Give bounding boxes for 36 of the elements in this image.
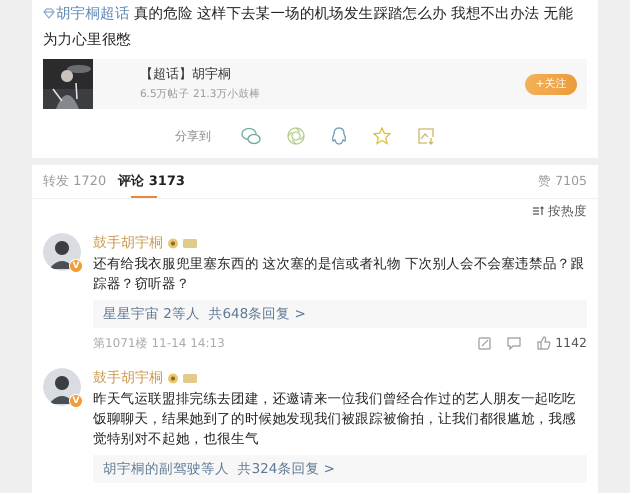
sort-button[interactable]: 按热度 bbox=[533, 202, 587, 220]
level-tag-icon bbox=[183, 238, 197, 248]
penguin-icon[interactable] bbox=[331, 127, 347, 145]
diamond-icon bbox=[43, 8, 55, 19]
comment-icon[interactable] bbox=[507, 336, 522, 350]
level-tag-icon bbox=[183, 374, 197, 382]
comment-text: 还有给我衣服兜里塞东西的 这次塞的是信或者礼物 下次别人会不会塞违禁品？跟踪器？窃听器？ bbox=[93, 255, 586, 294]
replies-preview[interactable]: 胡宇桐的副驾驶等人 共324条回复 > bbox=[93, 455, 587, 483]
author-name[interactable]: 鼓手胡宇桐 bbox=[93, 368, 163, 388]
replies-preview[interactable]: 星星宇宙 2等人 共648条回复 > bbox=[93, 300, 587, 328]
supertopic-title: 【超话】胡宇桐 bbox=[140, 66, 232, 84]
comment-text: 昨天气运联盟排完练去团建，还邀请来一位我们曾经合作过的艺人朋友一起吃吃饭聊聊天，结果她到了的时候她发现我们被跟踪被偷拍，让我们都很尴尬，我感觉特别对不起她，也很生气 bbox=[93, 390, 578, 449]
like-count: 1142 bbox=[555, 334, 587, 352]
supertopic-card[interactable]: 【超话】胡宇桐 6.5万帖子 21.3万小鼓棒 +关注 bbox=[43, 59, 587, 109]
floor-number: 第1071楼 bbox=[93, 335, 148, 352]
verified-badge: V bbox=[69, 259, 83, 273]
share-label: 分享到 bbox=[175, 128, 211, 145]
image-download-icon[interactable] bbox=[417, 127, 435, 145]
avatar[interactable] bbox=[43, 368, 81, 406]
comment-time: 11-14 14:13 bbox=[152, 335, 225, 352]
author-name[interactable]: 鼓手胡宇桐 bbox=[93, 232, 163, 254]
avatar[interactable] bbox=[43, 233, 81, 271]
follow-button[interactable]: +关注 bbox=[525, 74, 577, 94]
verified-badge: V bbox=[69, 394, 83, 408]
sort-icon bbox=[533, 206, 544, 216]
supertopic-stats: 6.5万帖子 21.3万小鼓棒 bbox=[140, 86, 260, 102]
thumbs-up-icon[interactable] bbox=[537, 336, 552, 350]
repost-icon[interactable] bbox=[478, 336, 492, 350]
aperture-icon[interactable] bbox=[287, 127, 305, 145]
star-icon[interactable] bbox=[373, 127, 391, 145]
topic-link[interactable]: 胡宇桐超话 bbox=[43, 6, 130, 22]
post-text: 胡宇桐超话 真的危险 这样下去某一场的机场发生踩踏怎么办 我想不出办法 无能为力心里很憋 bbox=[43, 4, 574, 50]
tab[interactable]: 转发 1720 bbox=[43, 164, 106, 198]
chat-bubbles-icon[interactable] bbox=[241, 127, 261, 145]
tab[interactable]: 评论 3173 bbox=[118, 164, 185, 198]
like-total[interactable]: 赞 7105 bbox=[538, 172, 587, 191]
